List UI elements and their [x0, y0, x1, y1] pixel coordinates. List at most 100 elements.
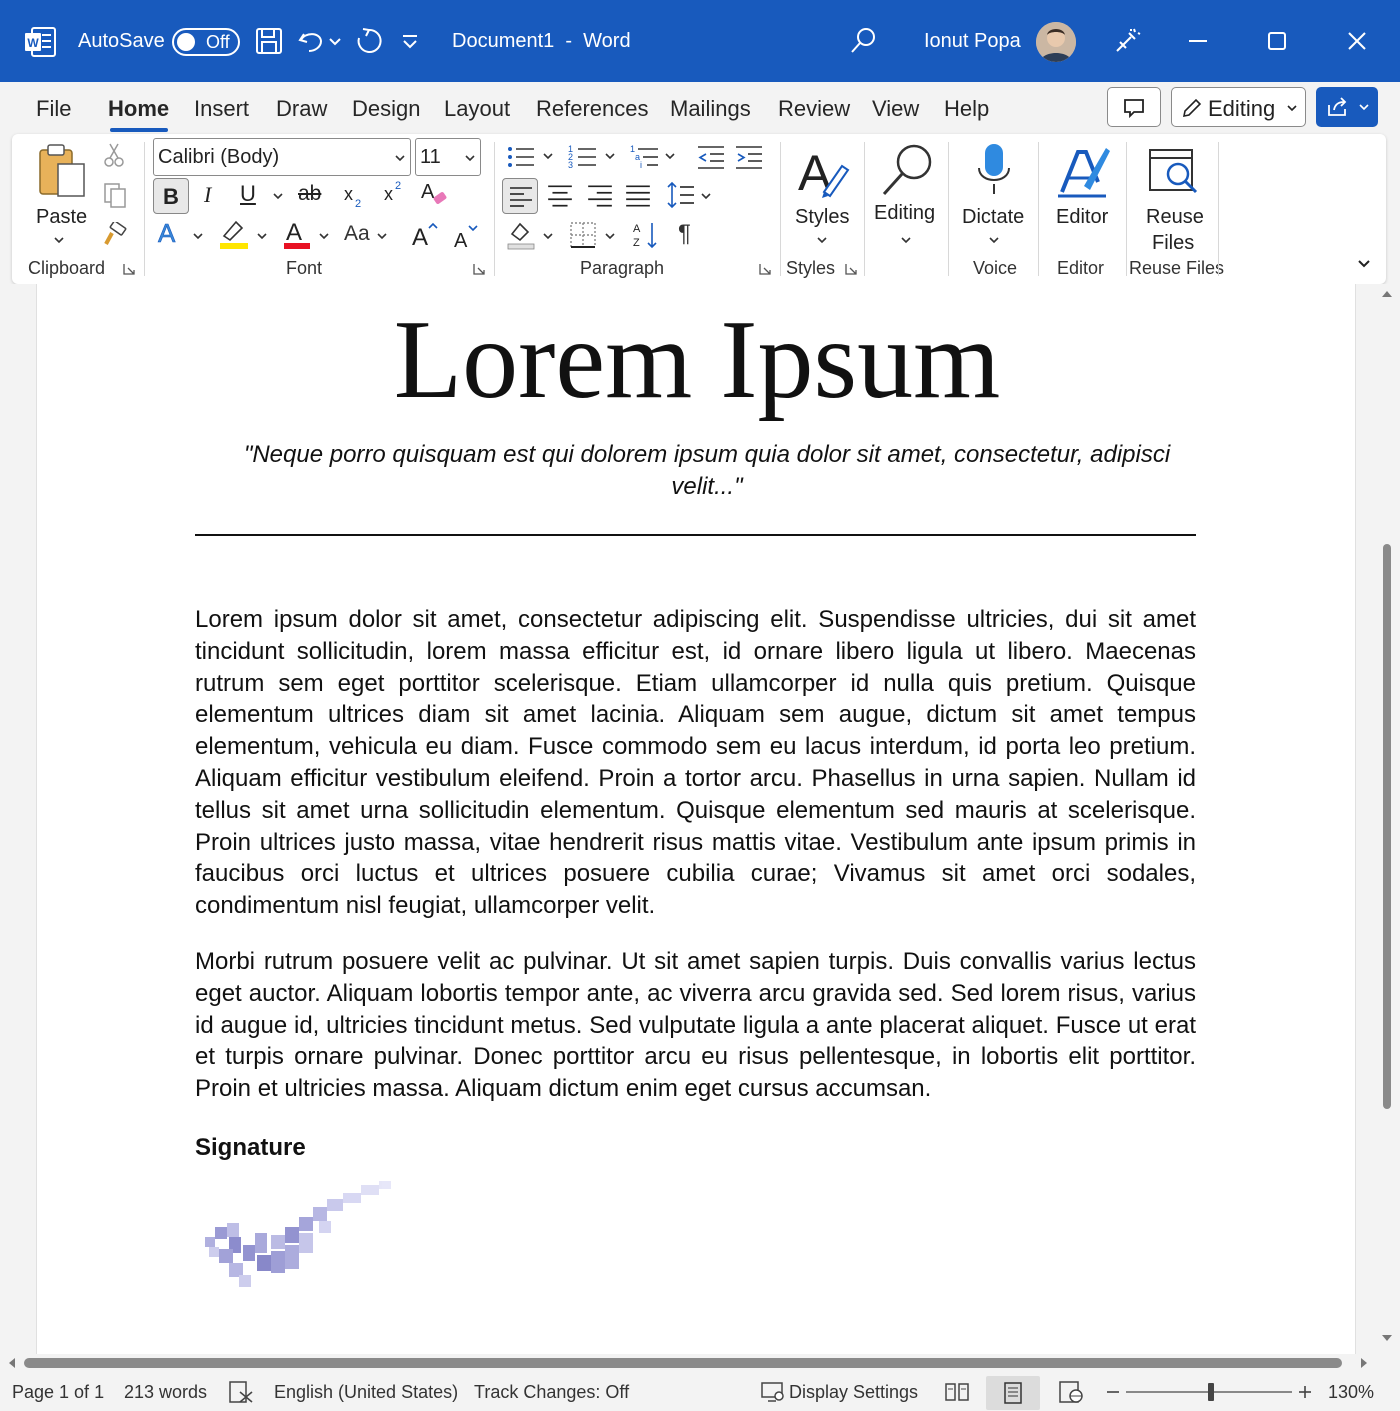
font-size-select[interactable]: 11: [415, 138, 481, 176]
vertical-scrollbar[interactable]: [1378, 284, 1398, 1354]
autosave-toggle[interactable]: Off: [172, 28, 240, 56]
scroll-down-icon[interactable]: [1381, 1332, 1393, 1344]
text-effects-icon[interactable]: A: [156, 218, 184, 248]
multilevel-list-icon[interactable]: 1ai: [630, 142, 660, 172]
language[interactable]: English (United States): [274, 1382, 458, 1403]
tab-home[interactable]: Home: [108, 96, 169, 122]
numbering-icon[interactable]: 123: [568, 142, 598, 172]
tab-file[interactable]: File: [36, 96, 71, 122]
scroll-right-icon[interactable]: [1358, 1357, 1370, 1369]
tab-insert[interactable]: Insert: [194, 96, 249, 122]
word-logo-icon[interactable]: W: [24, 27, 56, 57]
horizontal-scrollbar[interactable]: [0, 1354, 1400, 1374]
zoom-out-icon[interactable]: [1106, 1387, 1120, 1397]
chevron-down-icon[interactable]: [604, 150, 616, 162]
font-family-select[interactable]: Calibri (Body): [153, 138, 411, 176]
minimize-icon[interactable]: [1183, 26, 1213, 56]
tab-layout[interactable]: Layout: [444, 96, 510, 122]
chevron-down-icon[interactable]: [376, 230, 388, 242]
highlight-icon[interactable]: [218, 218, 250, 250]
dialog-launcher-icon[interactable]: [758, 262, 772, 276]
dialog-launcher-icon[interactable]: [844, 262, 858, 276]
print-layout-button[interactable]: [986, 1376, 1040, 1410]
scroll-left-icon[interactable]: [6, 1357, 18, 1369]
word-count[interactable]: 213 words: [124, 1382, 207, 1403]
show-formatting-marks-icon[interactable]: ¶: [678, 220, 691, 248]
chevron-down-icon[interactable]: [664, 150, 676, 162]
chevron-down-icon[interactable]: [318, 230, 330, 242]
zoom-slider-thumb[interactable]: [1208, 1383, 1214, 1401]
tab-view[interactable]: View: [872, 96, 919, 122]
subscript-icon[interactable]: x 2: [342, 182, 366, 210]
avatar[interactable]: [1036, 22, 1076, 62]
dialog-launcher-icon[interactable]: [122, 262, 136, 276]
change-case-button[interactable]: Aa: [344, 222, 370, 246]
dictate-button[interactable]: Dictate: [958, 140, 1030, 252]
tab-help[interactable]: Help: [944, 96, 989, 122]
styles-button[interactable]: A Styles: [790, 140, 854, 252]
justify-icon[interactable]: [624, 182, 652, 210]
grow-font-icon[interactable]: A: [410, 220, 440, 250]
sort-icon[interactable]: AZ: [632, 220, 662, 250]
maximize-icon[interactable]: [1262, 26, 1292, 56]
font-color-icon[interactable]: A: [282, 218, 312, 250]
cut-icon[interactable]: [102, 142, 126, 168]
editing-mode-button[interactable]: Editing: [1171, 87, 1306, 127]
save-icon[interactable]: [254, 26, 284, 56]
clear-formatting-icon[interactable]: A: [420, 178, 450, 208]
chevron-down-icon[interactable]: [256, 230, 268, 242]
tab-draw[interactable]: Draw: [276, 96, 327, 122]
align-center-icon[interactable]: [546, 182, 574, 210]
decrease-indent-icon[interactable]: [696, 142, 726, 172]
read-mode-icon[interactable]: [944, 1380, 970, 1404]
tab-review[interactable]: Review: [778, 96, 850, 122]
underline-button[interactable]: U: [240, 181, 256, 207]
page-count[interactable]: Page 1 of 1: [12, 1382, 104, 1403]
zoom-in-icon[interactable]: [1298, 1385, 1312, 1399]
tab-references[interactable]: References: [536, 96, 649, 122]
redo-icon[interactable]: [354, 26, 384, 56]
chevron-down-icon[interactable]: [700, 190, 712, 202]
search-icon[interactable]: [848, 26, 878, 56]
format-painter-icon[interactable]: [102, 222, 128, 248]
shading-icon[interactable]: [506, 220, 536, 250]
customize-qat-icon[interactable]: [398, 26, 422, 56]
bold-button[interactable]: B: [153, 178, 189, 214]
chevron-down-icon[interactable]: [542, 150, 554, 162]
chevron-down-icon[interactable]: [272, 190, 284, 202]
superscript-icon[interactable]: x 2: [382, 178, 406, 206]
chevron-down-icon[interactable]: [604, 230, 616, 242]
editing-button[interactable]: Editing: [872, 140, 942, 252]
undo-icon[interactable]: [296, 26, 326, 56]
close-icon[interactable]: [1342, 26, 1372, 56]
display-settings[interactable]: Display Settings: [789, 1382, 918, 1403]
web-layout-icon[interactable]: [1058, 1380, 1084, 1404]
bullets-icon[interactable]: [506, 142, 536, 172]
italic-button[interactable]: I: [204, 182, 211, 208]
share-button[interactable]: [1316, 87, 1378, 127]
line-spacing-icon[interactable]: [666, 180, 696, 210]
ribbon-collapse-icon[interactable]: [1356, 256, 1372, 272]
designer-icon[interactable]: [1112, 26, 1142, 56]
increase-indent-icon[interactable]: [734, 142, 764, 172]
reuse-files-button[interactable]: Reuse Files: [1132, 140, 1216, 254]
chevron-down-icon[interactable]: [192, 230, 204, 242]
comments-button[interactable]: [1107, 87, 1161, 127]
document-page[interactable]: Lorem Ipsum "Neque porro quisquam est qu…: [36, 284, 1356, 1354]
strikethrough-button[interactable]: ab: [298, 182, 321, 206]
tab-mailings[interactable]: Mailings: [670, 96, 751, 122]
editor-button[interactable]: Editor: [1048, 140, 1118, 252]
borders-icon[interactable]: [568, 220, 598, 250]
dialog-launcher-icon[interactable]: [472, 262, 486, 276]
align-left-button[interactable]: [502, 178, 538, 214]
user-name[interactable]: Ionut Popa: [924, 30, 1021, 53]
align-right-icon[interactable]: [586, 182, 614, 210]
horizontal-scroll-thumb[interactable]: [24, 1358, 1342, 1368]
vertical-scroll-thumb[interactable]: [1383, 544, 1391, 1109]
tab-design[interactable]: Design: [352, 96, 420, 122]
display-settings-icon[interactable]: [760, 1380, 786, 1404]
undo-dropdown-icon[interactable]: [327, 26, 343, 56]
track-changes-status[interactable]: Track Changes: Off: [474, 1382, 629, 1403]
paste-button[interactable]: Paste: [26, 140, 96, 252]
shrink-font-icon[interactable]: A: [452, 222, 480, 252]
